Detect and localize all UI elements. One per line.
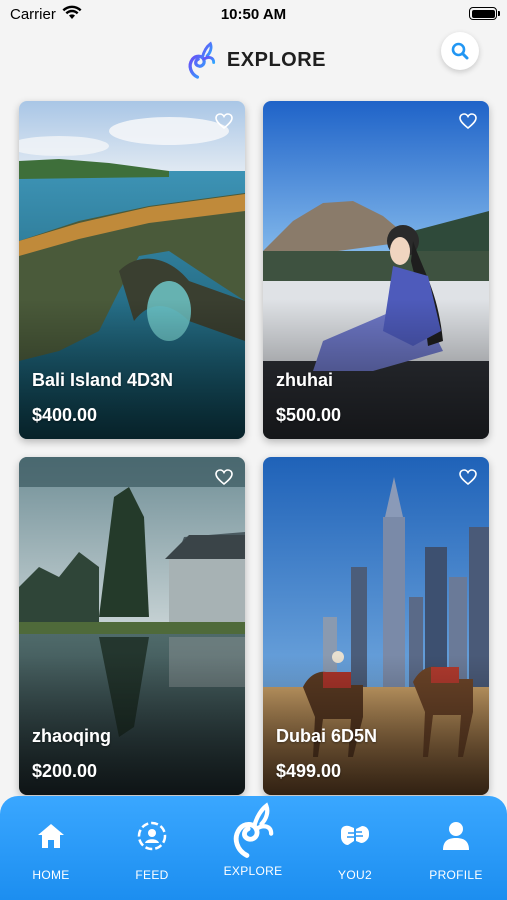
person-icon (443, 822, 469, 850)
bottom-tab-bar: HOME FEED EXPLORE YOU2 PROFILE (0, 796, 507, 900)
heart-icon[interactable] (215, 113, 233, 129)
clock: 10:50 AM (220, 6, 287, 23)
page-title: EXPLORE (226, 48, 326, 71)
trip-name: zhaoqing (32, 726, 111, 746)
tab-label: EXPLORE (223, 864, 283, 878)
heart-icon[interactable] (459, 469, 477, 485)
feed-icon (137, 821, 167, 851)
trip-price: $400.00 (32, 405, 98, 425)
brand: EXPLORE (186, 28, 326, 92)
trip-card[interactable]: zhaoqing $200.00 (19, 457, 245, 795)
trip-card[interactable]: Bali Island 4D3N $400.00 (19, 101, 245, 439)
tab-you2[interactable]: YOU2 (310, 796, 400, 900)
tab-profile[interactable]: PROFILE (411, 796, 501, 900)
search-icon (451, 42, 469, 60)
trip-price: $200.00 (32, 761, 98, 781)
trip-name: zhuhai (276, 370, 333, 390)
tab-label: PROFILE (429, 868, 483, 882)
tab-label: YOU2 (338, 868, 372, 882)
battery-icon (469, 7, 500, 20)
trip-name: Bali Island 4D3N (32, 370, 174, 390)
search-button[interactable] (441, 32, 479, 70)
trip-card[interactable]: zhuhai $500.00 (263, 101, 489, 439)
tab-explore[interactable]: EXPLORE (208, 796, 298, 900)
trip-name: Dubai 6D5N (276, 726, 378, 746)
home-icon (38, 824, 64, 848)
fist-bump-icon (341, 825, 369, 845)
trip-price: $500.00 (276, 405, 342, 425)
tab-label: FEED (135, 868, 169, 882)
status-bar: Carrier 10:50 AM (0, 0, 507, 28)
tab-label: HOME (32, 868, 70, 882)
header: EXPLORE (0, 28, 507, 92)
heart-icon[interactable] (215, 469, 233, 485)
heart-icon[interactable] (459, 113, 477, 129)
tab-feed[interactable]: FEED (107, 796, 197, 900)
trip-price: $499.00 (276, 761, 342, 781)
trip-card[interactable]: Dubai 6D5N $499.00 (263, 457, 489, 795)
tab-home[interactable]: HOME (6, 796, 96, 900)
logo-icon (233, 802, 274, 858)
logo-icon (188, 41, 216, 79)
